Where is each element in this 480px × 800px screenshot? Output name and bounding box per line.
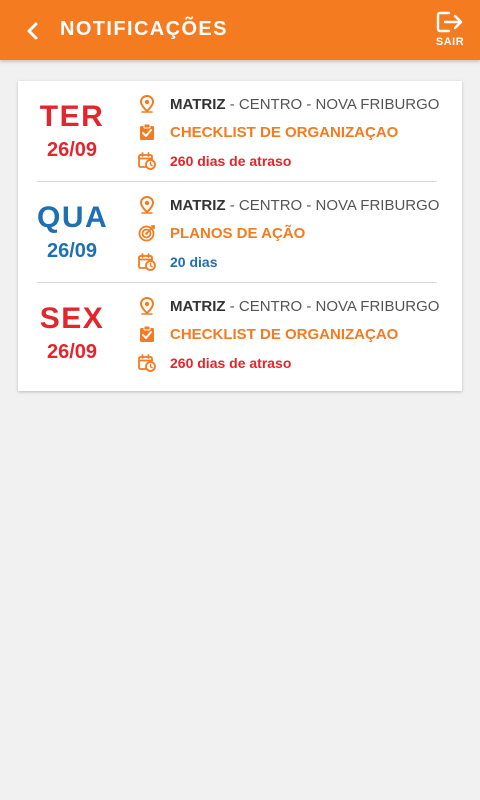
back-button[interactable] xyxy=(20,18,46,44)
app-bar: NOTIFICAÇÕES SAIR xyxy=(0,0,480,60)
notification-item-2[interactable]: QUA 26/09 MATRIZ - CENTRO - NOVA FRIBURG… xyxy=(37,182,439,283)
task-name: CHECKLIST DE ORGANIZAÇAO xyxy=(170,325,399,343)
location-pin-icon xyxy=(138,95,156,113)
location-name: MATRIZ xyxy=(170,297,226,315)
task-line: CHECKLIST DE ORGANIZAÇAO xyxy=(138,323,398,345)
delay-line: 260 dias de atraso xyxy=(138,352,291,374)
task-line: CHECKLIST DE ORGANIZAÇAO xyxy=(138,121,398,143)
date-label: 26/09 xyxy=(46,240,98,262)
clipboard-check-icon xyxy=(138,123,156,141)
delay-line: 20 dias xyxy=(138,251,217,273)
location-detail: - CENTRO - NOVA FRIBURGO xyxy=(225,297,440,315)
notification-item-3[interactable]: SEX 26/09 MATRIZ - CENTRO - NOVA FRIBURG… xyxy=(37,283,439,384)
location-detail: - CENTRO - NOVA FRIBURGO xyxy=(225,196,440,214)
target-icon xyxy=(138,224,156,242)
calendar-clock-icon xyxy=(138,253,156,271)
notifications-card: TER 26/09 MATRIZ - CENTRO - NOVA FRIBURG… xyxy=(18,81,462,391)
location-line: MATRIZ - CENTRO - NOVA FRIBURGO xyxy=(138,194,439,216)
location-name: MATRIZ xyxy=(170,95,226,113)
location-name: MATRIZ xyxy=(170,196,226,214)
date-label: 26/09 xyxy=(46,341,98,363)
delay-line: 260 dias de atraso xyxy=(138,150,291,172)
calendar-clock-icon xyxy=(138,152,156,170)
weekday-label: SEX xyxy=(39,302,105,335)
chevron-left-icon xyxy=(27,22,38,40)
location-line: MATRIZ - CENTRO - NOVA FRIBURGO xyxy=(138,295,439,317)
location-line: MATRIZ - CENTRO - NOVA FRIBURGO xyxy=(138,93,439,115)
clipboard-check-icon xyxy=(138,325,156,343)
logout-icon xyxy=(436,11,463,33)
location-pin-icon xyxy=(138,196,156,214)
notification-item-1[interactable]: TER 26/09 MATRIZ - CENTRO - NOVA FRIBURG… xyxy=(37,81,439,182)
task-name: CHECKLIST DE ORGANIZAÇAO xyxy=(170,123,399,141)
task-name: PLANOS DE AÇÃO xyxy=(170,224,306,242)
exit-label: SAIR xyxy=(435,36,465,48)
delay-text: 20 dias xyxy=(170,254,218,270)
location-pin-icon xyxy=(138,297,156,315)
weekday-label: QUA xyxy=(37,201,109,234)
page-title: NOTIFICAÇÕES xyxy=(60,18,228,40)
weekday-label: TER xyxy=(39,100,105,133)
date-label: 26/09 xyxy=(46,139,98,161)
location-detail: - CENTRO - NOVA FRIBURGO xyxy=(225,95,440,113)
exit-button[interactable]: SAIR xyxy=(430,10,470,54)
task-line: PLANOS DE AÇÃO xyxy=(138,222,305,244)
delay-text: 260 dias de atraso xyxy=(170,355,292,371)
calendar-clock-icon xyxy=(138,354,156,372)
delay-text: 260 dias de atraso xyxy=(170,153,292,169)
